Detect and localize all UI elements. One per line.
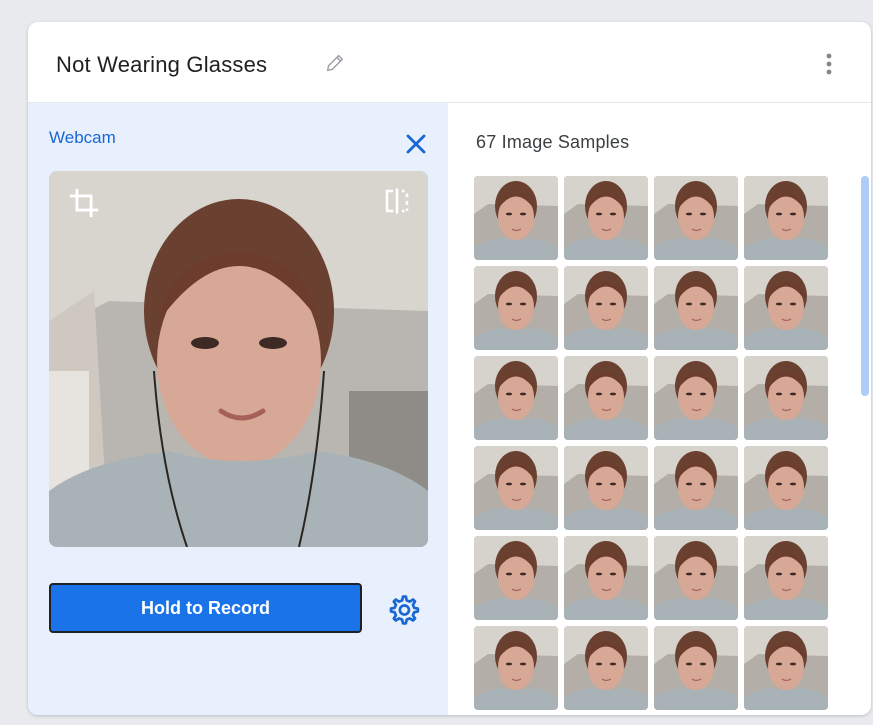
scrollbar-thumb[interactable] [861,176,869,396]
flip-icon[interactable] [382,186,412,216]
sample-thumbnail[interactable] [654,626,738,710]
sample-image [564,536,648,620]
sample-thumbnail[interactable] [564,536,648,620]
sample-image [744,536,828,620]
sample-thumbnail[interactable] [654,266,738,350]
sample-image [654,176,738,260]
sample-image [564,356,648,440]
sample-thumbnail[interactable] [474,176,558,260]
sample-thumbnail[interactable] [474,626,558,710]
sample-grid [474,176,828,710]
sample-image [564,446,648,530]
webcam-label: Webcam [49,128,116,147]
sample-thumbnail[interactable] [744,446,828,530]
sample-image [744,626,828,710]
class-card: Not Wearing Glasses Webcam Hold to Recor… [28,22,871,715]
sample-count-label: 67 Image Samples [476,132,630,152]
sample-thumbnail[interactable] [654,446,738,530]
webcam-feed-image [49,171,428,547]
sample-thumbnail[interactable] [564,266,648,350]
sample-thumbnail[interactable] [744,176,828,260]
more-vertical-icon[interactable] [817,50,841,78]
sample-image [474,536,558,620]
webcam-panel: Webcam Hold to Record [28,103,448,715]
sample-image [564,176,648,260]
sample-image [564,626,648,710]
sample-image [744,356,828,440]
sample-thumbnail[interactable] [744,266,828,350]
sample-image [744,446,828,530]
close-icon[interactable] [404,132,428,156]
sample-image [474,176,558,260]
sample-image [474,446,558,530]
hold-to-record-button[interactable]: Hold to Record [49,583,362,633]
sample-image [474,626,558,710]
sample-image [744,266,828,350]
sample-thumbnail[interactable] [564,356,648,440]
sample-thumbnail[interactable] [564,626,648,710]
sample-thumbnail[interactable] [744,356,828,440]
sample-image [654,356,738,440]
sample-thumbnail[interactable] [474,536,558,620]
gear-icon[interactable] [386,593,420,627]
sample-image [744,176,828,260]
pencil-icon[interactable] [324,52,346,74]
webcam-preview [49,171,428,547]
sample-thumbnail[interactable] [744,626,828,710]
sample-image [564,266,648,350]
sample-thumbnail[interactable] [474,266,558,350]
sample-image [474,356,558,440]
samples-panel: 67 Image Samples [448,103,871,715]
sample-image [654,626,738,710]
crop-icon[interactable] [67,186,101,220]
sample-image [654,266,738,350]
sample-thumbnail[interactable] [474,446,558,530]
sample-thumbnail[interactable] [654,176,738,260]
card-header: Not Wearing Glasses [28,22,871,103]
class-name-title[interactable]: Not Wearing Glasses [56,52,267,78]
sample-image [654,536,738,620]
sample-thumbnail[interactable] [474,356,558,440]
sample-thumbnail[interactable] [564,446,648,530]
sample-thumbnail[interactable] [654,536,738,620]
sample-thumbnail[interactable] [744,536,828,620]
sample-thumbnail[interactable] [564,176,648,260]
sample-thumbnail[interactable] [654,356,738,440]
sample-image [654,446,738,530]
sample-image [474,266,558,350]
